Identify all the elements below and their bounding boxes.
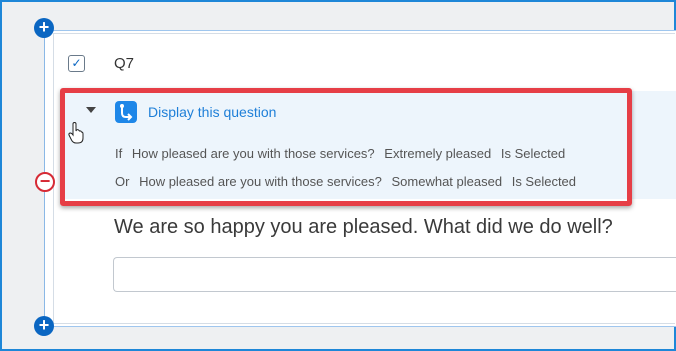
- highlight-box: [60, 88, 632, 206]
- minus-icon: −: [39, 171, 51, 191]
- plus-icon: +: [38, 17, 50, 37]
- add-above-button[interactable]: +: [34, 18, 54, 38]
- answer-text-input[interactable]: [113, 257, 676, 292]
- question-number: Q7: [114, 55, 135, 72]
- question-select-checkbox[interactable]: ✓: [68, 55, 85, 72]
- plus-icon: +: [38, 315, 50, 335]
- hand-cursor-icon: [68, 121, 84, 144]
- remove-logic-button[interactable]: −: [35, 172, 55, 192]
- question-text[interactable]: We are so happy you are pleased. What di…: [114, 216, 613, 239]
- check-icon: ✓: [71, 56, 82, 70]
- add-below-button[interactable]: +: [34, 316, 54, 336]
